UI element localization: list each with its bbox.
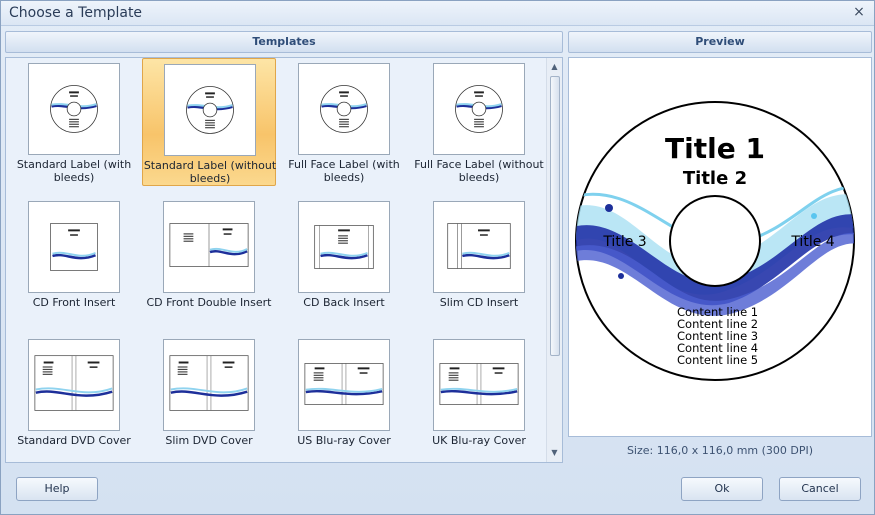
template-label: Slim DVD Cover — [165, 434, 253, 447]
template-label: Standard DVD Cover — [17, 434, 131, 447]
template-label: CD Front Double Insert — [146, 296, 272, 309]
preview-content-line: Content line 5 — [677, 353, 758, 367]
preview-canvas: Title 1 Title 2 Title 3 Title 4 Content … — [568, 57, 872, 437]
template-thumbnail — [433, 63, 525, 155]
template-thumbnail — [433, 339, 525, 431]
template-label: Full Face Label (with bleeds) — [288, 158, 400, 184]
vertical-scrollbar[interactable]: ▲ ▼ — [546, 58, 562, 462]
template-tile[interactable]: CD Front Double Insert — [142, 196, 276, 324]
template-thumbnail — [28, 201, 120, 293]
template-thumbnail — [298, 63, 390, 155]
size-label: Size: 116,0 x 116,0 mm (300 DPI) — [626, 444, 814, 457]
template-tile[interactable]: Standard Label (without bleeds) — [142, 58, 276, 186]
template-label: US Blu-ray Cover — [297, 434, 391, 447]
template-label: UK Blu-ray Cover — [432, 434, 526, 447]
preview-title1: Title 1 — [665, 132, 765, 165]
preview-title2: Title 2 — [683, 168, 747, 189]
scroll-up-icon[interactable]: ▲ — [547, 60, 562, 74]
template-tile[interactable]: Full Face Label (with bleeds) — [277, 58, 411, 186]
template-tile[interactable]: Full Face Label (without bleeds) — [412, 58, 546, 186]
template-tile[interactable]: CD Back Insert — [277, 196, 411, 324]
close-icon[interactable]: × — [852, 4, 866, 20]
help-button[interactable]: Help — [16, 477, 98, 501]
template-label: CD Front Insert — [32, 296, 116, 309]
template-thumbnail — [298, 201, 390, 293]
template-label: Full Face Label (without bleeds) — [414, 158, 544, 184]
templates-list[interactable]: Standard Label (with bleeds) Standard La… — [5, 57, 563, 463]
template-label: Standard Label (with bleeds) — [16, 158, 132, 184]
template-tile[interactable]: UK Blu-ray Cover — [412, 334, 546, 462]
template-label: Standard Label (without bleeds) — [143, 159, 277, 185]
scroll-down-icon[interactable]: ▼ — [547, 446, 562, 460]
template-tile[interactable]: US Blu-ray Cover — [277, 334, 411, 462]
disc-hole — [669, 195, 761, 287]
template-thumbnail — [164, 64, 256, 156]
template-dialog: Choose a Template × Templates Preview St… — [0, 0, 875, 515]
template-label: CD Back Insert — [303, 296, 385, 309]
template-thumbnail — [433, 201, 525, 293]
template-thumbnail — [28, 63, 120, 155]
template-label: Slim CD Insert — [439, 296, 519, 309]
template-thumbnail — [163, 339, 255, 431]
template-tile[interactable]: Standard Label (with bleeds) — [7, 58, 141, 186]
disc-preview: Title 1 Title 2 Title 3 Title 4 Content … — [575, 101, 855, 381]
templates-header: Templates — [5, 31, 563, 53]
preview-title4: Title 4 — [790, 234, 834, 250]
template-thumbnail — [298, 339, 390, 431]
preview-header: Preview — [568, 31, 872, 53]
template-tile[interactable]: CD Front Insert — [7, 196, 141, 324]
scroll-thumb[interactable] — [550, 76, 560, 356]
template-tile[interactable]: Slim DVD Cover — [142, 334, 276, 462]
cancel-button[interactable]: Cancel — [779, 477, 861, 501]
template-thumbnail — [163, 201, 255, 293]
window-title: Choose a Template — [9, 5, 143, 21]
preview-title3: Title 3 — [602, 234, 646, 250]
template-thumbnail — [28, 339, 120, 431]
ok-button[interactable]: Ok — [681, 477, 763, 501]
template-tile[interactable]: Slim CD Insert — [412, 196, 546, 324]
template-tile[interactable]: Standard DVD Cover — [7, 334, 141, 462]
title-bar: Choose a Template × — [1, 1, 874, 26]
